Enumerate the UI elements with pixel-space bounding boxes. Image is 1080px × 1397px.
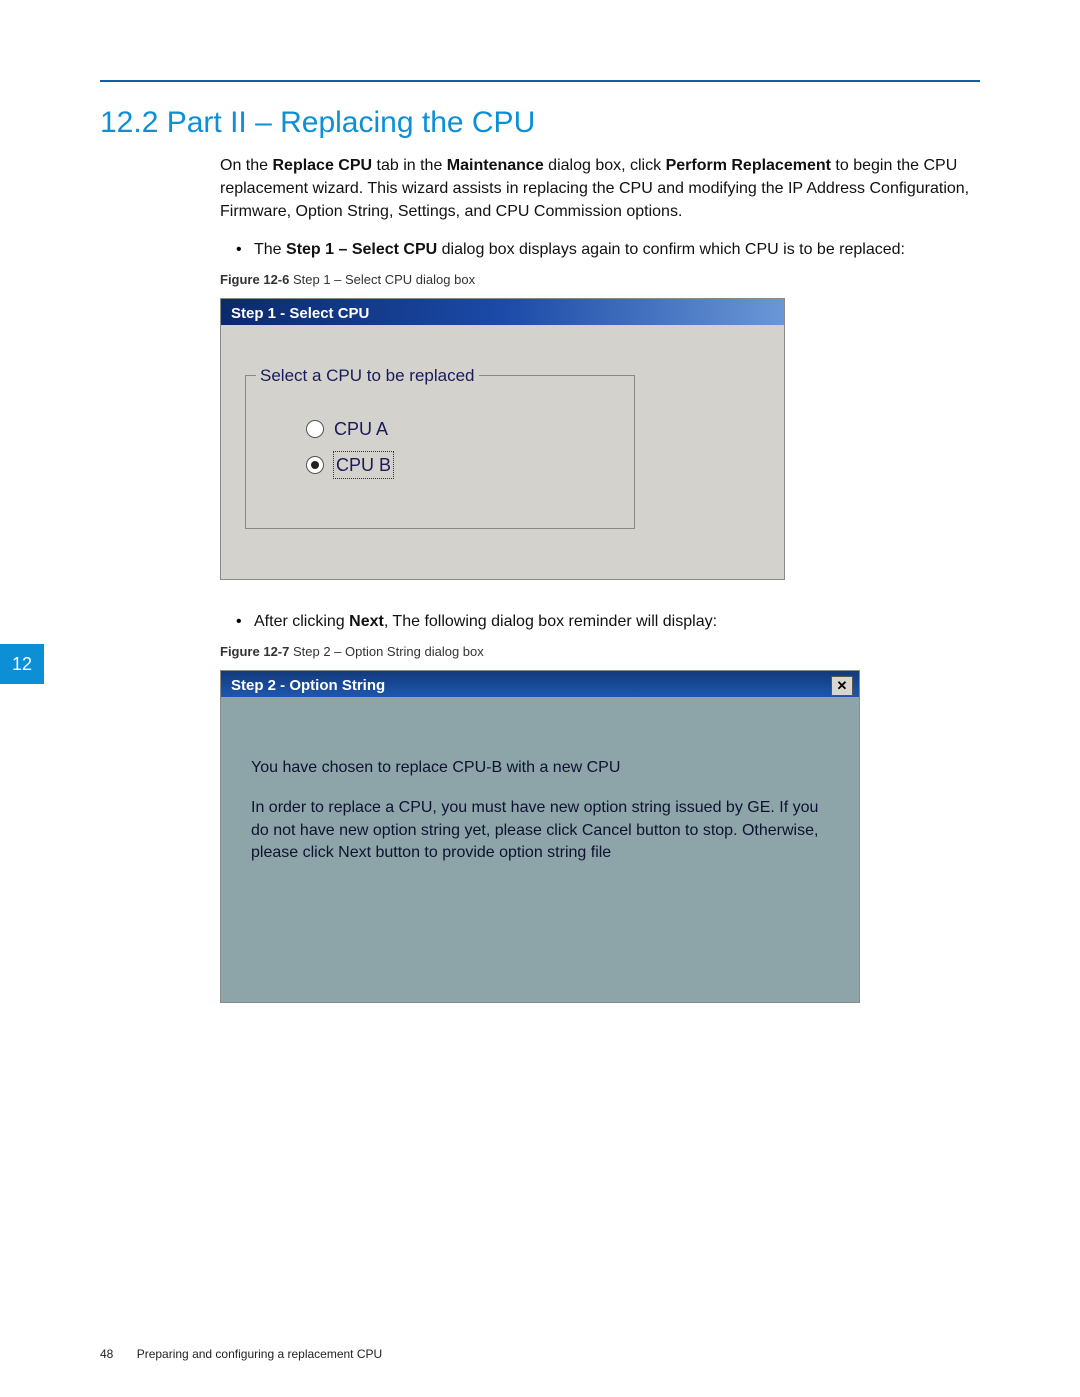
dialog-option-string: Step 2 - Option String ✕ You have chosen… — [220, 670, 860, 1004]
text: On the — [220, 157, 272, 174]
figure-text: Step 1 – Select CPU dialog box — [289, 272, 475, 287]
page: 12.2 Part II – Replacing the CPU On the … — [0, 0, 1080, 1397]
footer: 48 Preparing and configuring a replaceme… — [100, 1347, 382, 1361]
body-content: On the Replace CPU tab in the Maintenanc… — [220, 154, 980, 1003]
bullet-list: The Step 1 – Select CPU dialog box displ… — [234, 238, 980, 261]
text: dialog box displays again to confirm whi… — [437, 241, 905, 258]
dialog2-line1: You have chosen to replace CPU-B with a … — [251, 757, 829, 779]
dialog2-line2: In order to replace a CPU, you must have… — [251, 797, 829, 864]
text: tab in the — [372, 157, 447, 174]
fieldset-select-cpu: Select a CPU to be replaced CPU A CPU B — [245, 375, 635, 529]
figure-text: Step 2 – Option String dialog box — [289, 644, 483, 659]
radio-icon-selected — [306, 456, 324, 474]
chapter-tab: 12 — [0, 644, 44, 684]
dialog2-title: Step 2 - Option String — [231, 675, 385, 697]
text: dialog box, click — [544, 157, 666, 174]
bold-perform-replacement: Perform Replacement — [666, 157, 831, 174]
bold-replace-cpu: Replace CPU — [272, 157, 372, 174]
radio-cpu-a[interactable]: CPU A — [306, 416, 604, 442]
figure-label: Figure 12-7 — [220, 644, 289, 659]
text: The — [254, 241, 286, 258]
figure-caption-1: Figure 12-6 Step 1 – Select CPU dialog b… — [220, 271, 980, 290]
text: , The following dialog box reminder will… — [384, 613, 717, 630]
radio-icon — [306, 420, 324, 438]
close-icon: ✕ — [837, 679, 848, 692]
close-button[interactable]: ✕ — [831, 676, 853, 696]
bold-next: Next — [349, 613, 384, 630]
fieldset-legend: Select a CPU to be replaced — [256, 364, 479, 389]
radio-label-cpu-a: CPU A — [334, 416, 388, 442]
figure-caption-2: Figure 12-7 Step 2 – Option String dialo… — [220, 643, 980, 662]
dialog1-body: Select a CPU to be replaced CPU A CPU B — [221, 325, 784, 579]
figure-label: Figure 12-6 — [220, 272, 289, 287]
radio-label-cpu-b: CPU B — [334, 452, 393, 478]
dialog1-titlebar: Step 1 - Select CPU — [221, 299, 784, 325]
page-number: 48 — [100, 1347, 113, 1361]
bold-step1: Step 1 – Select CPU — [286, 241, 437, 258]
section-heading: 12.2 Part II – Replacing the CPU — [100, 106, 980, 140]
intro-paragraph: On the Replace CPU tab in the Maintenanc… — [220, 154, 980, 224]
dialog-select-cpu: Step 1 - Select CPU Select a CPU to be r… — [220, 298, 785, 580]
running-title: Preparing and configuring a replacement … — [137, 1347, 382, 1361]
bullet-item-1: The Step 1 – Select CPU dialog box displ… — [234, 238, 980, 261]
radio-cpu-b[interactable]: CPU B — [306, 452, 604, 478]
bullet-item-2: After clicking Next, The following dialo… — [234, 610, 980, 633]
top-rule — [100, 80, 980, 82]
text: After clicking — [254, 613, 349, 630]
dialog2-body: You have chosen to replace CPU-B with a … — [221, 697, 859, 1003]
dialog2-titlebar: Step 2 - Option String ✕ — [221, 671, 859, 697]
bullet-list-2: After clicking Next, The following dialo… — [234, 610, 980, 633]
bold-maintenance: Maintenance — [447, 157, 544, 174]
